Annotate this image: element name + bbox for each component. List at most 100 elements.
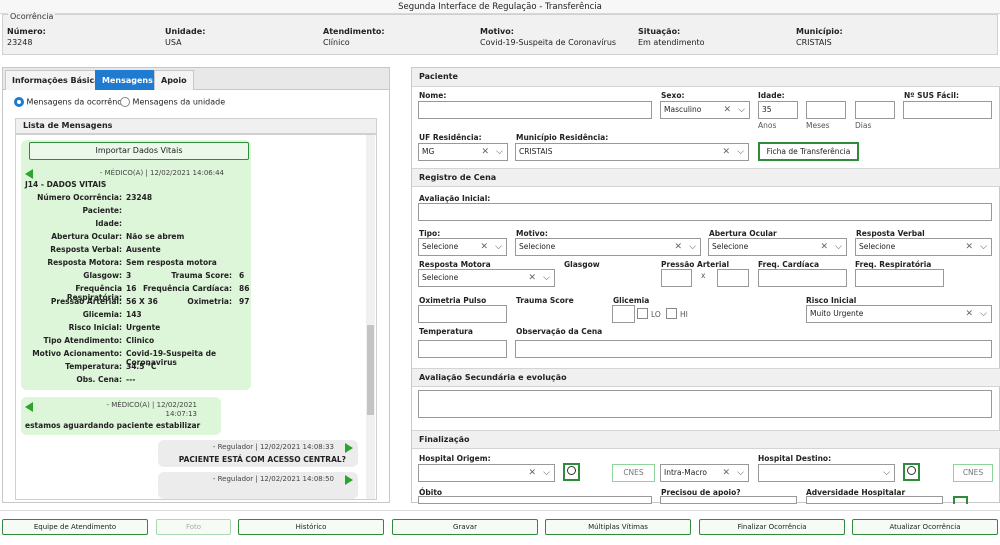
- intra-macro-select[interactable]: Intra-Macro ✕ ⌵: [660, 464, 749, 482]
- occ-municipio: Município: CRISTAIS: [796, 27, 843, 47]
- foto-button[interactable]: Foto: [156, 519, 231, 535]
- chevron-down-icon: ⌵: [737, 468, 744, 478]
- sus-input[interactable]: [903, 101, 992, 119]
- precisou-apoio-input[interactable]: [660, 496, 797, 504]
- freq-respiratoria-input[interactable]: [855, 269, 944, 287]
- ficha-transferencia-button[interactable]: Ficha de Transferência: [758, 142, 859, 161]
- idade-label: Idade:: [758, 91, 785, 100]
- import-vitals-button[interactable]: Importar Dados Vitais: [29, 142, 249, 160]
- resposta-motora-select[interactable]: Selecione ✕ ⌵: [418, 269, 555, 287]
- radio-ocorrencia[interactable]: Mensagens da ocorrência: [14, 97, 129, 107]
- search-destino-button[interactable]: [903, 463, 920, 481]
- tab-mensagens[interactable]: Mensagens: [95, 70, 160, 90]
- abertura-ocular-select[interactable]: Selecione ✕ ⌵: [708, 238, 847, 256]
- chevron-down-icon: ⌵: [738, 105, 745, 115]
- multiplas-vitimas-button[interactable]: Múltiplas Vítimas: [545, 519, 691, 535]
- section-finalizacao: Finalização: [412, 430, 1000, 449]
- pressao-diastolica-input[interactable]: [717, 269, 749, 287]
- radio-ocorrencia-dot[interactable]: [14, 97, 24, 107]
- tab-apoio[interactable]: Apoio: [154, 70, 194, 90]
- avaliacao-inicial-label: Avaliação Inicial:: [419, 194, 491, 203]
- message-text: estamos aguardando paciente estabilizar: [25, 421, 201, 430]
- adversidade-add-button[interactable]: [953, 496, 968, 504]
- message-arrow-icon: [25, 402, 33, 412]
- clear-icon[interactable]: ✕: [480, 239, 488, 255]
- hospital-destino-select[interactable]: ⌵: [758, 464, 895, 482]
- tab-bar: Informações Básicas Mensagens Apoio: [3, 68, 389, 90]
- avaliacao-inicial-input[interactable]: [418, 203, 992, 221]
- nome-input[interactable]: [418, 101, 652, 119]
- obito-input[interactable]: [418, 496, 652, 504]
- municipio-select[interactable]: CRISTAIS ✕ ⌵: [515, 143, 749, 161]
- clear-icon[interactable]: ✕: [723, 102, 731, 118]
- lo-checkbox[interactable]: [637, 308, 648, 319]
- chevron-down-icon: ⌵: [689, 242, 696, 252]
- search-icon: [567, 466, 576, 475]
- search-origem-button[interactable]: [563, 463, 580, 481]
- clear-icon[interactable]: ✕: [722, 465, 730, 481]
- glasgow-label: Glasgow: [564, 260, 600, 269]
- idade-dias-input[interactable]: [855, 101, 895, 119]
- uf-select[interactable]: MG ✕ ⌵: [418, 143, 508, 161]
- clear-icon[interactable]: ✕: [674, 239, 682, 255]
- finalizar-ocorrencia-button[interactable]: Finalizar Ocorrência: [699, 519, 845, 535]
- footer-toolbar: Equipe de Atendimento Foto Histórico Gra…: [0, 510, 1000, 545]
- cnes-destino-button[interactable]: CNES: [953, 464, 993, 482]
- resposta-motora-label: Resposta Motora: [419, 260, 491, 269]
- idade-anos-input[interactable]: 35: [758, 101, 798, 119]
- scrollbar-thumb[interactable]: [367, 325, 374, 415]
- sexo-select[interactable]: Masculino ✕ ⌵: [660, 101, 750, 119]
- idade-meses-input[interactable]: [806, 101, 846, 119]
- risco-inicial-select[interactable]: Muito Urgente ✕ ⌵: [806, 305, 992, 323]
- avaliacao-secundaria-input[interactable]: [418, 390, 992, 418]
- radio-ocorrencia-label: Mensagens da ocorrência: [26, 97, 129, 107]
- atualizar-ocorrencia-button[interactable]: Atualizar Ocorrência: [852, 519, 998, 535]
- section-avaliacao-secundaria: Avaliação Secundária e evolução: [412, 368, 1000, 387]
- clear-icon[interactable]: ✕: [965, 306, 973, 322]
- pressao-sistolica-input[interactable]: [661, 269, 692, 287]
- chevron-down-icon: ⌵: [737, 147, 744, 157]
- clear-icon[interactable]: ✕: [481, 144, 489, 160]
- message-bubble-vitals: Importar Dados Vitais - MÉDICO(A) | 12/0…: [21, 140, 251, 390]
- oximetria-input[interactable]: [418, 305, 507, 323]
- clear-icon[interactable]: ✕: [722, 144, 730, 160]
- message-bubble-regulador: - Regulador | 12/02/2021 14:08:33 PACIEN…: [158, 440, 358, 467]
- message-scrollbar[interactable]: [366, 135, 375, 499]
- meses-label: Meses: [806, 121, 830, 130]
- radio-unidade[interactable]: Mensagens da unidade: [120, 97, 225, 107]
- temperatura-label: Temperatura: [419, 327, 473, 336]
- clear-icon[interactable]: ✕: [528, 465, 536, 481]
- hospital-origem-select[interactable]: ✕ ⌵: [418, 464, 555, 482]
- uf-label: UF Residência:: [419, 133, 482, 142]
- equipe-atendimento-button[interactable]: Equipe de Atendimento: [2, 519, 148, 535]
- oximetria-label: Oximetria Pulso: [419, 296, 487, 305]
- sus-label: Nº SUS Fácil:: [904, 91, 959, 100]
- chevron-down-icon: ⌵: [980, 242, 987, 252]
- tipo-select[interactable]: Selecione ✕ ⌵: [418, 238, 507, 256]
- cnes-origem-button[interactable]: CNES: [612, 464, 655, 482]
- motivo-select[interactable]: Selecione ✕ ⌵: [515, 238, 701, 256]
- clear-icon[interactable]: ✕: [528, 270, 536, 286]
- occ-unidade: Unidade: USA: [165, 27, 206, 47]
- freq-cardiaca-input[interactable]: [758, 269, 847, 287]
- observacao-input[interactable]: [515, 340, 992, 358]
- message-bubble: - MÉDICO(A) | 12/02/2021 14:07:13 estamo…: [21, 397, 221, 435]
- temperatura-input[interactable]: [418, 340, 507, 358]
- risco-inicial-label: Risco Inicial: [806, 296, 857, 305]
- occ-numero: Número: 23248: [7, 27, 46, 47]
- radio-unidade-dot[interactable]: [120, 97, 130, 107]
- messages-panel: Informações Básicas Mensagens Apoio Mens…: [2, 67, 390, 503]
- resposta-verbal-label: Resposta Verbal: [856, 229, 925, 238]
- gravar-button[interactable]: Gravar: [392, 519, 538, 535]
- lo-label: LO: [651, 310, 661, 319]
- regulation-form: Paciente Nome: Sexo: Masculino ✕ ⌵ Idade: …: [411, 67, 1000, 504]
- adversidade-input[interactable]: [806, 496, 943, 504]
- hi-checkbox[interactable]: [666, 308, 677, 319]
- glicemia-input[interactable]: [612, 305, 635, 323]
- clear-icon[interactable]: ✕: [820, 239, 828, 255]
- historico-button[interactable]: Histórico: [238, 519, 384, 535]
- resposta-verbal-select[interactable]: Selecione ✕ ⌵: [855, 238, 992, 256]
- chevron-down-icon: ⌵: [883, 468, 890, 478]
- pressao-separator: x: [701, 271, 706, 280]
- clear-icon[interactable]: ✕: [965, 239, 973, 255]
